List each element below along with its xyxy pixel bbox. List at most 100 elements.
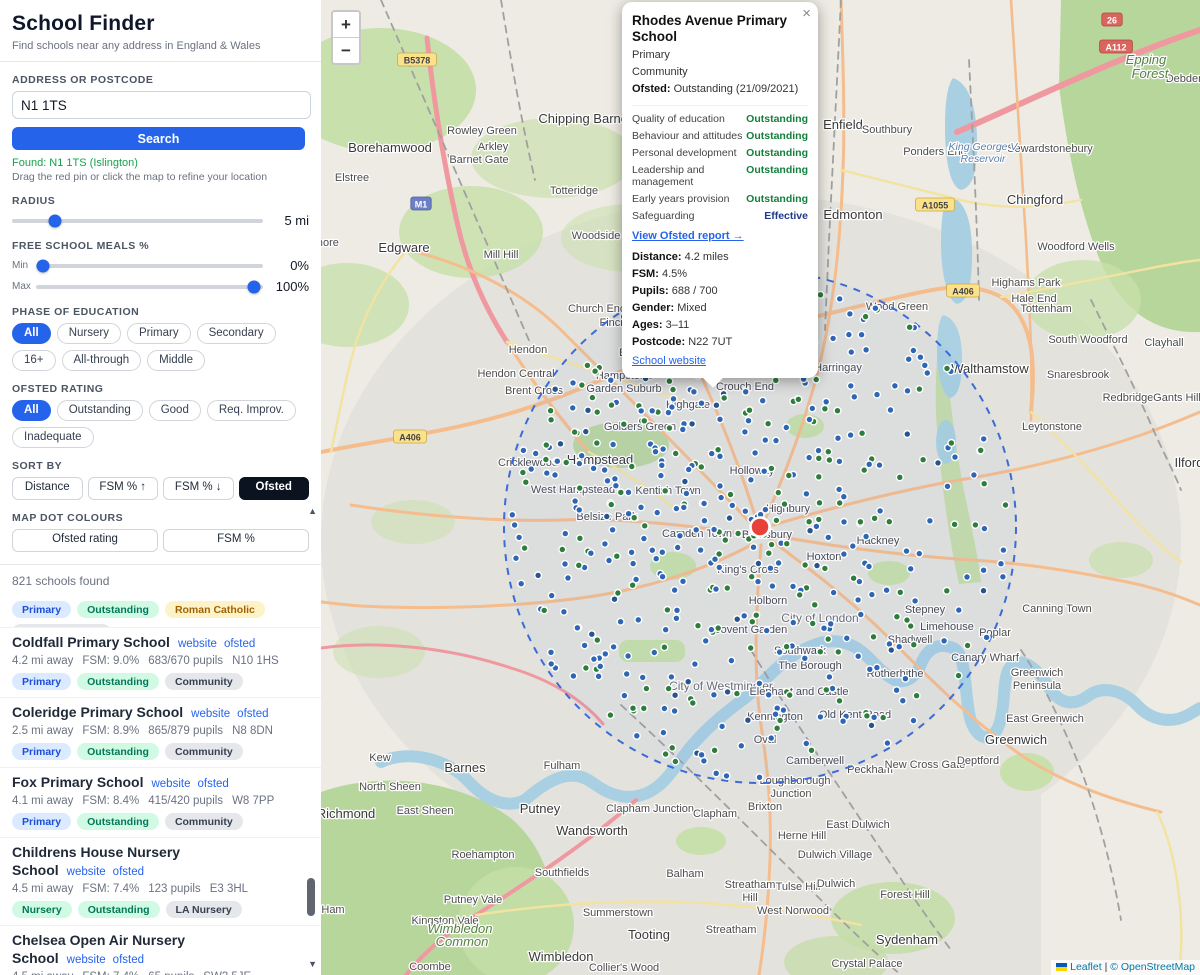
school-dot[interactable] [785,472,792,479]
website-link[interactable]: website [67,866,106,878]
school-dot[interactable] [666,425,673,432]
school-dot[interactable] [541,607,548,614]
school-dot[interactable] [668,674,675,681]
school-dot[interactable] [745,717,752,724]
school-dot[interactable] [552,472,559,479]
school-dot[interactable] [588,631,595,638]
school-dot[interactable] [746,407,753,414]
school-dot[interactable] [815,447,822,454]
school-dot[interactable] [1002,502,1009,509]
school-dot[interactable] [781,501,788,508]
school-dot[interactable] [742,508,749,515]
school-dot[interactable] [532,450,539,457]
school-dot[interactable] [870,633,877,640]
school-dot[interactable] [749,618,756,625]
radius-slider-thumb[interactable] [48,214,61,227]
school-dot[interactable] [572,498,579,505]
school-dot[interactable] [671,708,678,715]
school-dot[interactable] [848,349,855,356]
school-dot[interactable] [559,546,566,553]
school-dot[interactable] [628,463,635,470]
phase-pill-16[interactable]: 16+ [12,350,56,371]
school-dot[interactable] [807,527,814,534]
school-dot[interactable] [817,291,824,298]
school-dot[interactable] [649,407,656,414]
school-dot[interactable] [561,608,568,615]
school-dot[interactable] [717,416,724,423]
school-dot[interactable] [679,426,686,433]
school-dot[interactable] [595,673,602,680]
school-dot[interactable] [981,525,988,532]
school-dot[interactable] [638,408,645,415]
school-dot[interactable] [574,624,581,631]
school-dot[interactable] [708,450,715,457]
school-dot[interactable] [660,446,667,453]
school-dot[interactable] [635,616,642,623]
school-dot[interactable] [888,647,895,654]
school-dot[interactable] [825,636,832,643]
school-dot[interactable] [666,378,673,385]
school-dot[interactable] [851,393,858,400]
fsm-min-slider[interactable] [36,264,263,268]
school-dot[interactable] [557,440,564,447]
school-dot[interactable] [649,547,656,554]
school-dot[interactable] [680,504,687,511]
school-dot[interactable] [682,478,689,485]
fsm-max-slider[interactable] [36,285,263,289]
school-dot[interactable] [817,648,824,655]
school-dot[interactable] [579,382,586,389]
school-dot[interactable] [613,553,620,560]
school-dot[interactable] [683,490,690,497]
school-dot[interactable] [886,518,893,525]
school-dot[interactable] [674,544,681,551]
school-dot[interactable] [602,541,609,548]
school-dot[interactable] [927,517,934,524]
school-dot[interactable] [862,313,869,320]
dot-colour-button-fsm[interactable]: FSM % [163,529,309,552]
ofsted-report-link[interactable]: View Ofsted report → [632,230,808,242]
school-dot[interactable] [724,689,731,696]
school-dot[interactable] [658,472,665,479]
school-dot[interactable] [813,523,820,530]
school-dot[interactable] [609,526,616,533]
school-dot[interactable] [713,770,720,777]
school-dot[interactable] [775,560,782,567]
school-dot[interactable] [721,395,728,402]
school-dot[interactable] [673,505,680,512]
school-dot[interactable] [509,511,516,518]
school-dot[interactable] [742,388,749,395]
popup-close-icon[interactable]: × [802,5,811,22]
school-dot[interactable] [903,548,910,555]
school-dot[interactable] [662,626,669,633]
school-dot[interactable] [980,587,987,594]
school-dot[interactable] [665,409,672,416]
school-dot[interactable] [765,550,772,557]
school-dot[interactable] [570,380,577,387]
school-dot[interactable] [847,432,854,439]
school-dot[interactable] [783,643,790,650]
school-dot[interactable] [773,437,780,444]
school-dot[interactable] [815,516,822,523]
school-dot[interactable] [941,637,948,644]
school-dot[interactable] [665,685,672,692]
school-dot[interactable] [866,563,873,570]
school-dot[interactable] [548,592,555,599]
school-dot[interactable] [672,758,679,765]
school-dot[interactable] [816,499,823,506]
school-dot[interactable] [983,634,990,641]
school-dot[interactable] [756,774,763,781]
school-dot[interactable] [672,692,679,699]
school-dot[interactable] [796,592,803,599]
school-dot[interactable] [547,407,554,414]
school-dot[interactable] [701,517,708,524]
school-dot[interactable] [808,747,815,754]
school-dot[interactable] [899,697,906,704]
school-dot[interactable] [585,407,592,414]
school-dot[interactable] [659,549,666,556]
school-dot[interactable] [855,653,862,660]
school-dot[interactable] [897,589,904,596]
school-dot[interactable] [866,666,873,673]
school-dot[interactable] [874,391,881,398]
school-dot[interactable] [562,530,569,537]
school-dot[interactable] [977,447,984,454]
